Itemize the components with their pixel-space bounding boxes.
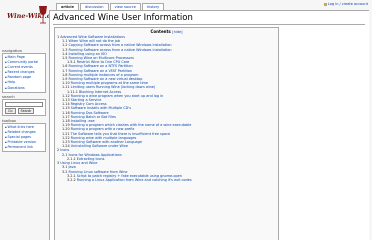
login-link[interactable]: Log in / create account <box>328 2 368 6</box>
toc-item-number: 1.6 <box>62 64 68 69</box>
title-divider <box>53 24 365 25</box>
toc-item-number: 1.2 <box>62 43 68 48</box>
toc-item[interactable]: 3.2.2Running a Linux Application from Wi… <box>57 178 276 182</box>
toc-item-number: 3 <box>57 161 60 166</box>
toc-title: Contents <box>150 29 171 34</box>
tab-view-source[interactable]: view source <box>109 3 141 10</box>
toolbox-permanent-link[interactable]: Permanent link <box>5 145 43 150</box>
tab-discussion[interactable]: discussion <box>79 3 109 10</box>
tab-article[interactable]: article <box>56 3 79 10</box>
wine-glass-icon <box>39 6 47 24</box>
user-icon <box>323 2 327 6</box>
personal-tools[interactable]: Log in / create account <box>323 2 368 6</box>
toc-item-number: 1.11 <box>62 85 70 90</box>
site-logo[interactable]: Wine-Wiki.org <box>3 3 59 29</box>
page-title: Advanced Wine User Information <box>53 13 193 23</box>
toc-item-number: 1 <box>57 35 60 39</box>
table-of-contents: Contents [hide] 1Advanced Wine Software … <box>54 27 279 240</box>
search-input[interactable] <box>5 102 43 107</box>
toc-item-number: 3.2 <box>62 169 68 174</box>
page-tabs: article discussion view source history <box>56 3 165 10</box>
toc-item-text: Uninstalling Software under Wine <box>70 144 129 149</box>
toc-hide-toggle[interactable]: [hide] <box>172 30 182 34</box>
content-area: Advanced Wine User Information Contents … <box>49 10 369 240</box>
toc-item-number: 2 <box>57 148 60 153</box>
toc-list: 1Advanced Wine Software Installations 1.1… <box>57 35 276 182</box>
toc-item-number: 3.1 <box>62 165 68 170</box>
toc-item-number: 1.20 <box>62 127 70 132</box>
go-button[interactable]: Go <box>5 108 16 114</box>
toc-item-number: 3.2.2 <box>67 177 76 182</box>
tab-history[interactable]: history <box>141 3 165 10</box>
toc-item-number: 1.15 <box>62 106 70 111</box>
search-portlet: Go Search <box>2 99 46 116</box>
toolbox-portlet: What links here Related changes Special … <box>2 123 46 153</box>
navigation-portlet: Main Page Community portal Current event… <box>2 53 46 93</box>
nav-item-donations[interactable]: Donations <box>5 86 43 91</box>
search-button[interactable]: Search <box>17 108 35 114</box>
toc-item-text: Running a Linux Application from Wine an… <box>76 177 192 182</box>
